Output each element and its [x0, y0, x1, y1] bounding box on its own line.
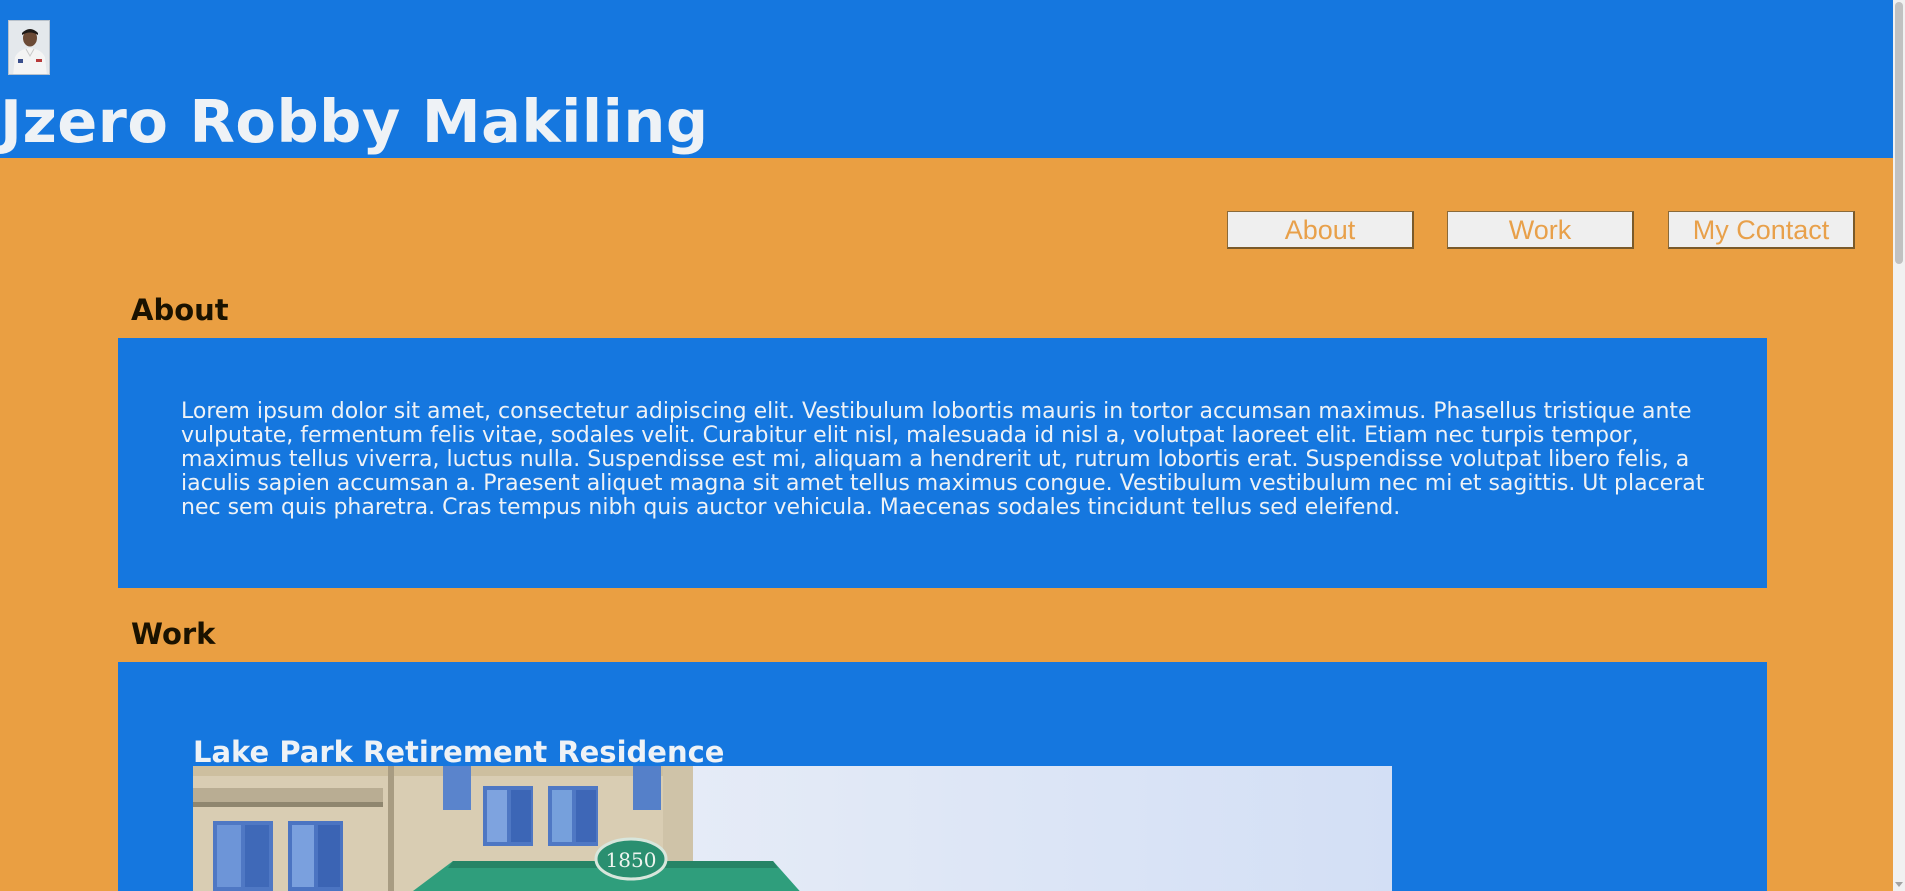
about-panel: Lorem ipsum dolor sit amet, consectetur …	[118, 338, 1767, 588]
project-image: 1850	[193, 766, 1392, 891]
site-title: Jzero Robby Makiling	[0, 87, 709, 156]
work-heading: Work	[131, 617, 216, 651]
work-panel: Lake Park Retirement Residence 1850	[118, 662, 1767, 891]
site-header: Jzero Robby Makiling	[0, 0, 1893, 158]
page: Jzero Robby Makiling About Work My Conta…	[0, 0, 1905, 891]
nav-work-button[interactable]: Work	[1447, 211, 1634, 249]
project-title: Lake Park Retirement Residence	[193, 735, 725, 769]
avatar-photo	[9, 21, 49, 74]
about-heading: About	[131, 293, 229, 327]
nav-contact-button[interactable]: My Contact	[1668, 211, 1855, 249]
nav-about-button[interactable]: About	[1227, 211, 1414, 249]
vertical-scrollbar[interactable]	[1893, 0, 1905, 891]
scrollbar-thumb[interactable]	[1895, 2, 1903, 264]
sign-number-text: 1850	[606, 848, 657, 872]
building-photo: 1850	[193, 766, 1392, 891]
avatar	[8, 20, 50, 75]
about-text: Lorem ipsum dolor sit amet, consectetur …	[181, 399, 1705, 520]
scroll-down-arrow-icon[interactable]	[1895, 882, 1903, 887]
